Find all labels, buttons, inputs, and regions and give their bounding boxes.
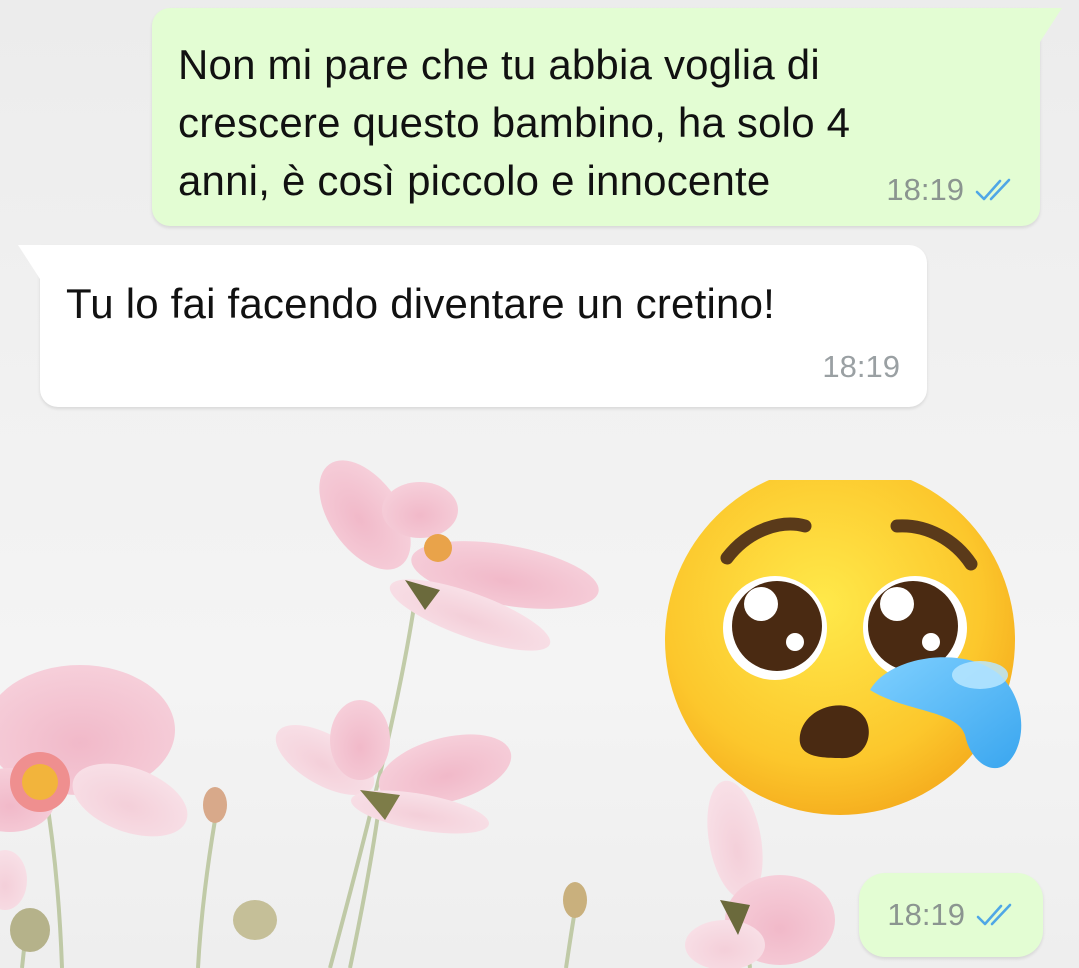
outgoing-message[interactable]: Non mi pare che tu abbia voglia di cresc…: [152, 8, 1062, 226]
pink-flower-top: [319, 460, 599, 651]
incoming-message[interactable]: Tu lo fai facendo diventare un cretino! …: [18, 245, 927, 407]
message-time: 18:19: [822, 349, 900, 384]
double-check-read-icon: [975, 178, 1011, 201]
message-time: 18:19: [887, 897, 965, 932]
message-meta: 18:19: [887, 897, 1019, 933]
message-time: 18:19: [886, 172, 964, 207]
sticker-message[interactable]: [665, 465, 1035, 815]
message-line: crescere questo bambino, ha solo 4: [178, 99, 851, 146]
bubble-tail: [18, 245, 40, 279]
message-text: Tu lo fai facendo diventare un cretino!: [66, 280, 776, 327]
pleading-face-tear-emoji-icon: [665, 465, 1022, 815]
double-check-read-icon: [976, 903, 1012, 926]
message-line: anni, è così piccolo e innocente: [178, 157, 771, 204]
sticker-meta-bubble: 18:19: [859, 873, 1043, 957]
message-line: Non mi pare che tu abbia voglia di: [178, 41, 820, 88]
message-meta: 18:19: [886, 172, 1018, 208]
pink-flower-left: [0, 665, 188, 837]
message-meta: 18:19: [822, 349, 900, 385]
bubble-tail: [1040, 8, 1062, 42]
